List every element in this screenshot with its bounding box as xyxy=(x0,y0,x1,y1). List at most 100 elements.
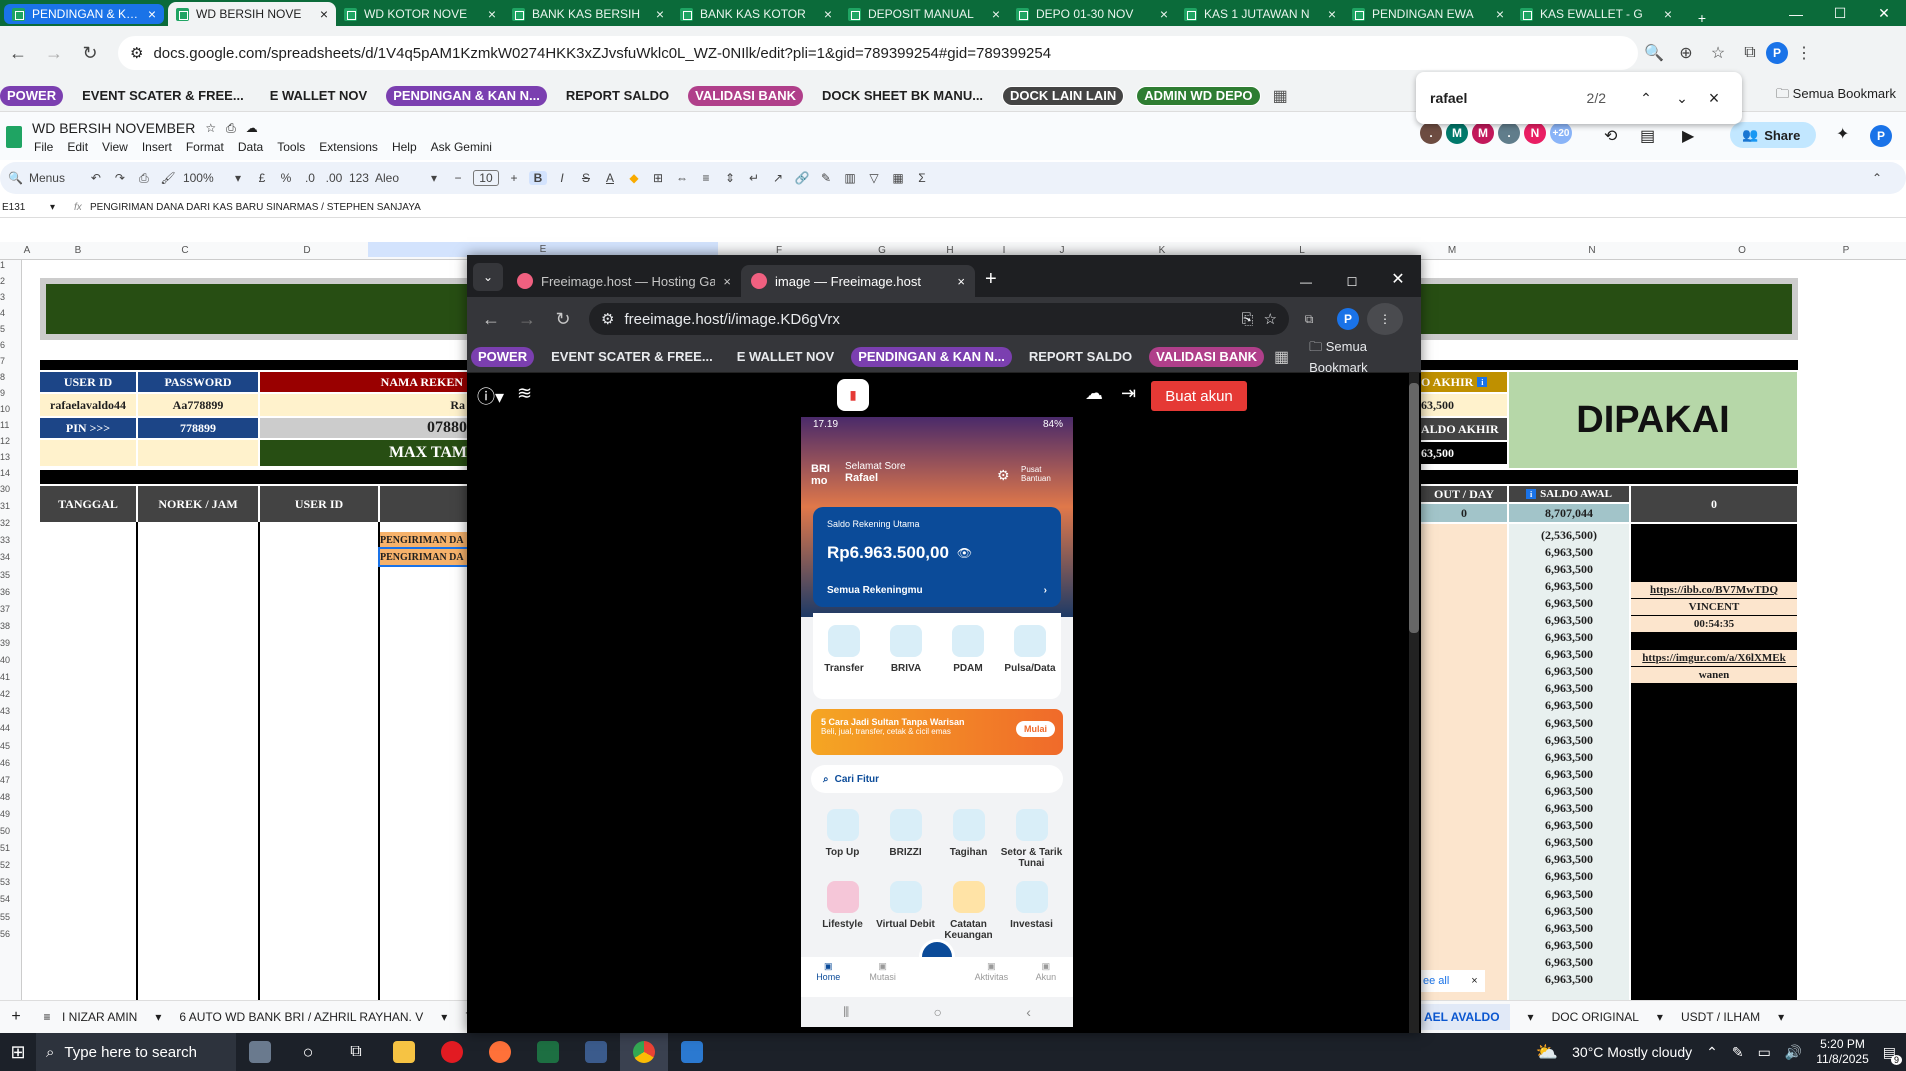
task-view-icon[interactable]: ⧉ xyxy=(332,1033,380,1071)
close-tab-icon[interactable]: × xyxy=(488,6,496,22)
cell-wanen[interactable]: wanen xyxy=(1631,667,1797,683)
cell-saldo[interactable]: 6,963,500 xyxy=(1509,664,1629,680)
close-tab-icon[interactable]: × xyxy=(723,274,731,289)
bookmark-item[interactable]: EVENT SCATER & FREE... xyxy=(544,347,720,367)
sheet-tab[interactable]: USDT / ILHAM xyxy=(1681,1010,1760,1024)
find-close-icon[interactable]: × xyxy=(1700,88,1728,109)
header-user-id-2[interactable]: USER ID xyxy=(260,486,378,522)
chevron-down-icon[interactable]: ▾ xyxy=(441,1010,447,1024)
apps-grid-icon[interactable]: ▦ xyxy=(1273,86,1288,106)
menu-icon[interactable]: ⋮ xyxy=(1788,43,1820,63)
reload-icon[interactable]: ↻ xyxy=(545,309,581,330)
move-icon[interactable]: ⎙ xyxy=(226,121,236,136)
cell-saldo[interactable]: 6,963,500 xyxy=(1509,903,1629,919)
quick-pulsa[interactable]: Pulsa/Data xyxy=(999,625,1061,699)
cell-saldo[interactable]: 6,963,500 xyxy=(1509,852,1629,868)
align-icon[interactable]: ≡ xyxy=(697,171,715,185)
layers-icon[interactable]: ≋ xyxy=(517,383,532,404)
collaborator-avatar[interactable]: M xyxy=(1472,122,1494,144)
collaborator-avatar[interactable]: M xyxy=(1446,122,1468,144)
install-icon[interactable]: ⎘ xyxy=(1242,311,1254,328)
opera-icon[interactable] xyxy=(428,1033,476,1071)
cell-saldo[interactable]: 6,963,500 xyxy=(1509,749,1629,765)
cell-saldo-awal-value[interactable]: 8,707,044 xyxy=(1509,504,1629,522)
chevron-down-icon[interactable]: ▾ xyxy=(229,171,247,185)
column-header[interactable]: A xyxy=(22,245,32,256)
column-header[interactable]: D xyxy=(246,245,368,256)
close-window-icon[interactable]: ✕ xyxy=(1862,5,1906,22)
firefox-icon[interactable] xyxy=(476,1033,524,1071)
cell-time[interactable]: 00:54:35 xyxy=(1631,616,1797,632)
back-nav-icon[interactable]: ‹ xyxy=(1026,1004,1031,1020)
file-explorer-icon[interactable] xyxy=(380,1033,428,1071)
bookmark-item[interactable]: E WALLET NOV xyxy=(730,347,842,367)
network-icon[interactable]: ▭ xyxy=(1758,1044,1771,1061)
cell-pin-label[interactable]: PIN >>> xyxy=(40,418,136,438)
pusat-bantuan-button[interactable]: Pusat Bantuan xyxy=(1021,465,1069,483)
bookmark-item[interactable]: DOCK SHEET BK MANU... xyxy=(815,86,990,106)
cell-saldo[interactable]: 6,963,500 xyxy=(1509,972,1629,988)
bookmark-item[interactable]: DOCK LAIN LAIN xyxy=(1002,85,1125,106)
italic-icon[interactable]: I xyxy=(553,171,571,185)
cell-saldo[interactable]: 6,963,500 xyxy=(1509,766,1629,782)
feature-item[interactable]: Setor & Tarik Tunai xyxy=(1000,809,1063,873)
feature-item[interactable]: Top Up xyxy=(811,809,874,873)
mulai-button[interactable]: Mulai xyxy=(1015,721,1055,737)
cell-saldo[interactable]: 6,963,500 xyxy=(1509,578,1629,594)
reload-icon[interactable]: ↻ xyxy=(72,43,108,64)
find-active-icon[interactable]: 🔍 xyxy=(1638,43,1670,63)
cell-empty-yellow[interactable] xyxy=(40,440,136,466)
cell-saldo[interactable]: 6,963,500 xyxy=(1509,732,1629,748)
chart-icon[interactable]: ▥ xyxy=(841,171,859,185)
cell-empty-yellow[interactable] xyxy=(138,440,258,466)
close-tab-icon[interactable]: × xyxy=(1328,6,1336,22)
inner-tab-active[interactable]: image — Freeimage.host × xyxy=(741,265,975,297)
star-icon[interactable]: ☆ xyxy=(1264,310,1277,328)
site-info-icon[interactable]: ⚙ xyxy=(601,310,614,328)
bookmark-item[interactable]: PENDINGAN & KAN N... xyxy=(851,346,1012,367)
saldo-card[interactable]: Saldo Rekening Utama Rp6.963.500,00 👁 Sem… xyxy=(813,507,1061,607)
pen-icon[interactable]: ✎ xyxy=(1732,1044,1744,1061)
gear-icon[interactable]: ⚙ xyxy=(997,467,1010,484)
browser-tab[interactable]: PENDINGAN EWA × xyxy=(1344,2,1512,26)
star-icon[interactable]: ☆ xyxy=(205,121,216,135)
browser-tab[interactable]: BANK KAS BERSIH × xyxy=(504,2,672,26)
header-password[interactable]: PASSWORD xyxy=(138,372,258,392)
nav-item[interactable]: ▣ Aktivitas xyxy=(964,957,1018,997)
promo-banner[interactable]: 5 Cara Jadi Sultan Tanpa Warisan Beli, j… xyxy=(811,709,1063,755)
windows-start-icon[interactable]: ⊞ xyxy=(0,1042,36,1063)
column-header[interactable]: C xyxy=(124,245,246,256)
cortana-icon[interactable]: ○ xyxy=(284,1033,332,1071)
tab-search-icon[interactable]: ⌄ xyxy=(473,263,503,291)
header-norek-jam[interactable]: NOREK / JAM xyxy=(138,486,258,522)
search-icon[interactable]: 🔍 xyxy=(8,171,23,185)
bookmark-item[interactable]: POWER xyxy=(0,85,64,106)
cell-vincent[interactable]: VINCENT xyxy=(1631,599,1797,615)
quick-pdam[interactable]: PDAM xyxy=(937,625,999,699)
maximize-icon[interactable]: ☐ xyxy=(1818,5,1862,22)
browser-tab[interactable]: WD KOTOR NOVE × xyxy=(336,2,504,26)
menu-item[interactable]: File xyxy=(34,140,53,154)
close-tab-icon[interactable]: × xyxy=(957,274,965,289)
collapse-toolbar-icon[interactable]: ⌃ xyxy=(1868,171,1886,185)
scrollbar[interactable] xyxy=(1409,373,1419,1033)
header-blank[interactable] xyxy=(380,486,467,522)
cell-saldo-akhir-header[interactable]: O AKHIR i xyxy=(1421,372,1507,392)
cell-saldo[interactable]: 6,963,500 xyxy=(1509,647,1629,663)
cell-saldo[interactable]: 6,963,500 xyxy=(1509,561,1629,577)
inner-tab[interactable]: Freeimage.host — Hosting Gam × xyxy=(507,265,741,297)
feature-item[interactable]: Lifestyle xyxy=(811,881,874,945)
column-header[interactable]: B xyxy=(32,245,124,256)
cell-saldo-akhir-value-2[interactable]: 63,500 xyxy=(1421,442,1507,464)
header-out-day[interactable]: OUT / DAY xyxy=(1421,486,1507,502)
undo-icon[interactable]: ↶ xyxy=(87,171,105,185)
upload-cloud-icon[interactable]: ☁ xyxy=(1085,383,1103,404)
bookmark-folder[interactable]: 🗀 Semua Bookmark xyxy=(1776,85,1896,107)
chevron-down-icon[interactable]: ▾ xyxy=(1528,1010,1534,1024)
cell-negative[interactable]: (2,536,500) xyxy=(1509,528,1629,542)
cell-saldo[interactable]: 6,963,500 xyxy=(1509,869,1629,885)
cell-saldo[interactable]: 6,963,500 xyxy=(1509,835,1629,851)
close-tab-icon[interactable]: × xyxy=(320,6,328,22)
home-circle-icon[interactable]: ○ xyxy=(934,1004,942,1020)
increase-decimal-icon[interactable]: .00 xyxy=(325,171,343,185)
